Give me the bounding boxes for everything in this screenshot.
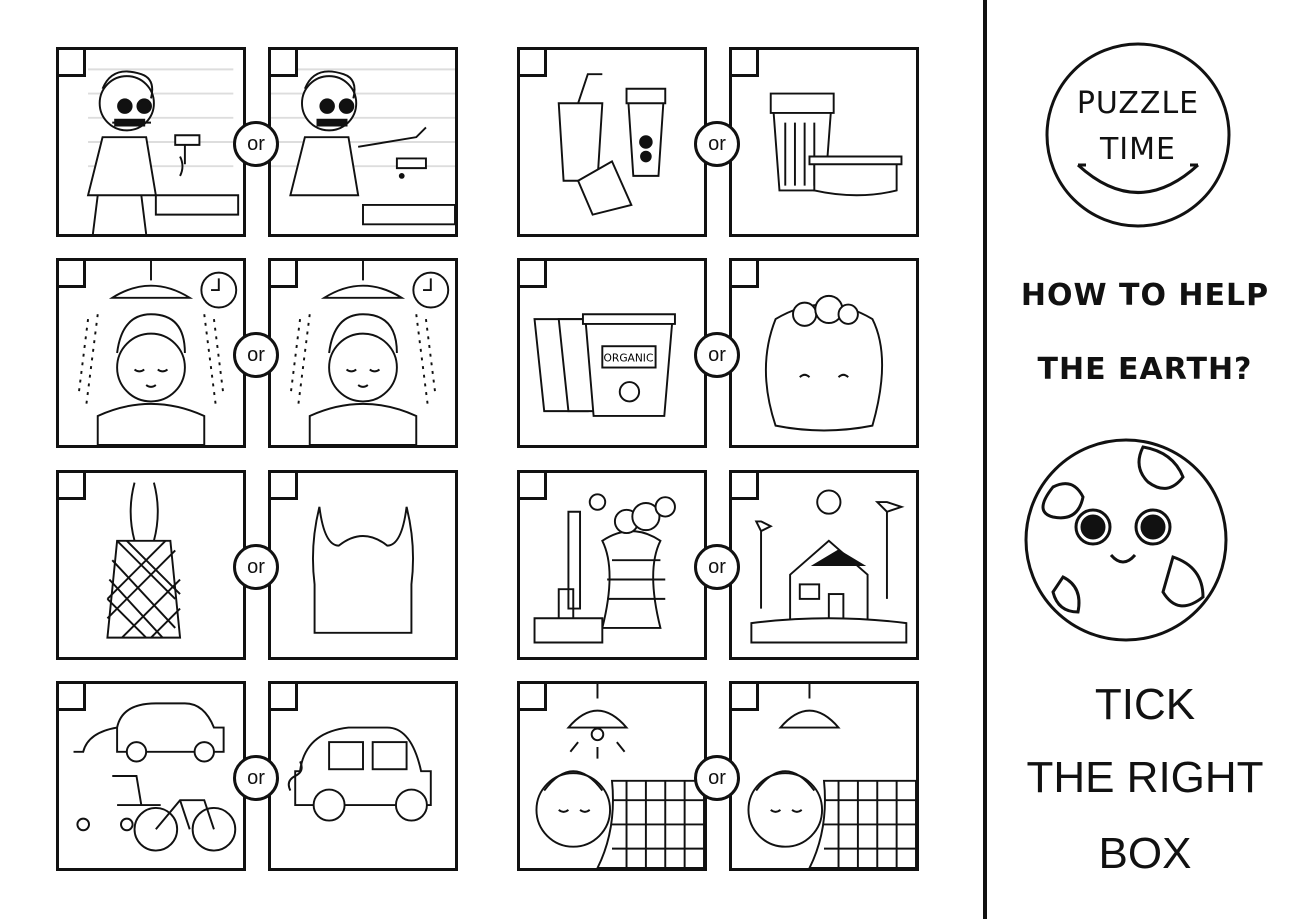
tick-box-2-left[interactable]	[520, 50, 547, 77]
takeaway-cup-and-wrapper-illustration	[557, 73, 667, 216]
green-house-windmills-illustration	[750, 489, 908, 644]
or-circle-1: or	[233, 121, 279, 167]
card-takeaway-cups	[517, 47, 707, 237]
card-long-shower	[56, 258, 246, 448]
instruction-line-2: THE RIGHT	[1026, 753, 1264, 802]
card-reusable-cups	[729, 47, 919, 237]
tick-box-5-left[interactable]	[59, 473, 86, 500]
badge-line-2: TIME	[1099, 132, 1176, 167]
plastic-bag-illustration	[311, 506, 415, 634]
factory-smoke-illustration	[533, 493, 676, 644]
tick-box-2-right[interactable]	[732, 50, 759, 77]
or-circle-3: or	[233, 332, 279, 378]
smiling-earth-icon	[1024, 438, 1228, 642]
card-gas-car	[268, 681, 458, 871]
gas-car-illustration	[287, 726, 432, 822]
card-light-off	[729, 681, 919, 871]
tick-box-3-left[interactable]	[59, 261, 86, 288]
tick-box-6-right[interactable]	[732, 473, 759, 500]
light-on-sleeping-illustration	[535, 684, 704, 868]
heading-line-2: THE EARTH?	[1037, 352, 1253, 387]
vertical-divider	[983, 0, 987, 919]
electric-car-bike-scooter-illustration	[73, 702, 237, 852]
mesh-bag-illustration	[106, 482, 182, 639]
reusable-cup-and-box-illustration	[769, 92, 903, 197]
card-light-on	[517, 681, 707, 871]
short-shower-illustration	[289, 261, 450, 445]
or-circle-8: or	[694, 755, 740, 801]
tick-box-7-right[interactable]	[271, 684, 298, 711]
or-circle-2: or	[694, 121, 740, 167]
tick-box-8-right[interactable]	[732, 684, 759, 711]
tick-box-4-left[interactable]	[520, 261, 547, 288]
card-organic-bin: ORGANIC	[517, 258, 707, 448]
badge-line-1: PUZZLE	[1076, 86, 1200, 121]
card-plastic-bag	[268, 470, 458, 660]
tick-box-4-right[interactable]	[732, 261, 759, 288]
instruction-line-3: BOX	[1098, 829, 1192, 878]
or-circle-4: or	[694, 332, 740, 378]
organic-bin-illustration: ORGANIC	[533, 313, 676, 417]
instruction-line-1: TICK	[1094, 680, 1196, 729]
tick-box-8-left[interactable]	[520, 684, 547, 711]
tick-box-6-left[interactable]	[520, 473, 547, 500]
card-brushing-tap-off	[268, 47, 458, 237]
or-circle-5: or	[233, 544, 279, 590]
card-brushing-tap-running	[56, 47, 246, 237]
light-off-sleeping-illustration	[747, 684, 916, 868]
card-waste-bag	[729, 258, 919, 448]
brushing-teeth-tap-off-illustration	[271, 68, 455, 226]
tick-box-5-right[interactable]	[271, 473, 298, 500]
card-short-shower	[268, 258, 458, 448]
tick-box-7-left[interactable]	[59, 684, 86, 711]
or-circle-7: or	[233, 755, 279, 801]
tick-box-1-left[interactable]	[59, 50, 86, 77]
tick-box-1-right[interactable]	[271, 50, 298, 77]
puzzle-time-badge: PUZZLE TIME	[1043, 40, 1233, 230]
organic-label: ORGANIC	[604, 352, 654, 365]
or-circle-6: or	[694, 544, 740, 590]
tick-box-3-right[interactable]	[271, 261, 298, 288]
brushing-teeth-tap-running-illustration	[86, 68, 240, 234]
card-eco-transport	[56, 681, 246, 871]
card-factory	[517, 470, 707, 660]
heading-line-1: HOW TO HELP	[1020, 278, 1270, 313]
food-waste-bag-illustration	[765, 294, 883, 432]
card-mesh-bag	[56, 470, 246, 660]
long-shower-illustration	[77, 261, 238, 445]
card-green-house	[729, 470, 919, 660]
